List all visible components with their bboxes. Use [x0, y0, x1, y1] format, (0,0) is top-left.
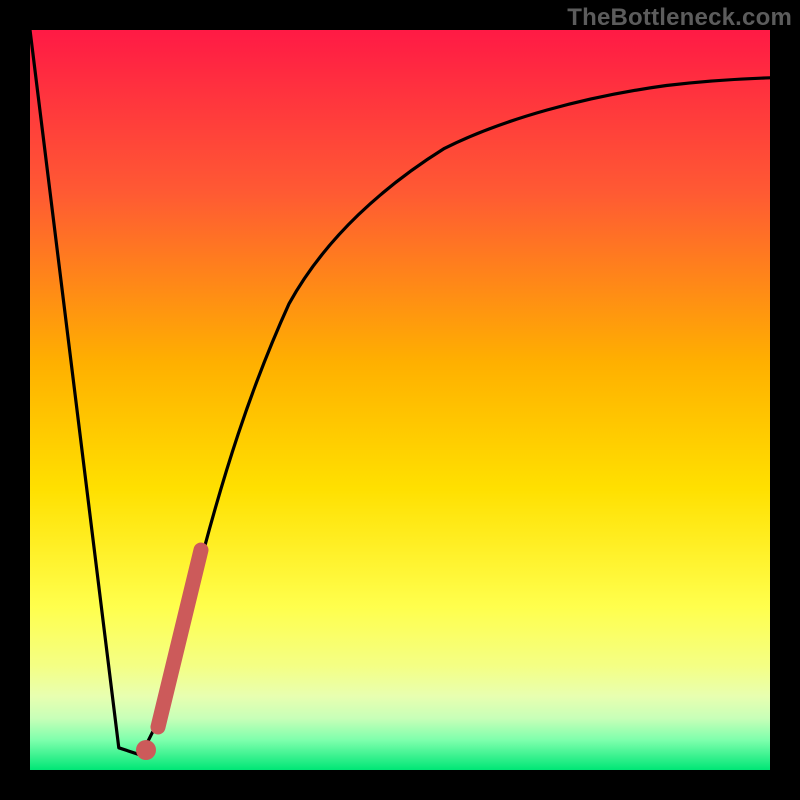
gradient-backdrop: [30, 30, 770, 770]
optimal-marker: [136, 740, 156, 760]
plot-area: [30, 30, 770, 770]
chart-frame: TheBottleneck.com: [0, 0, 800, 800]
watermark-text: TheBottleneck.com: [567, 4, 792, 32]
chart-svg: [30, 30, 770, 770]
